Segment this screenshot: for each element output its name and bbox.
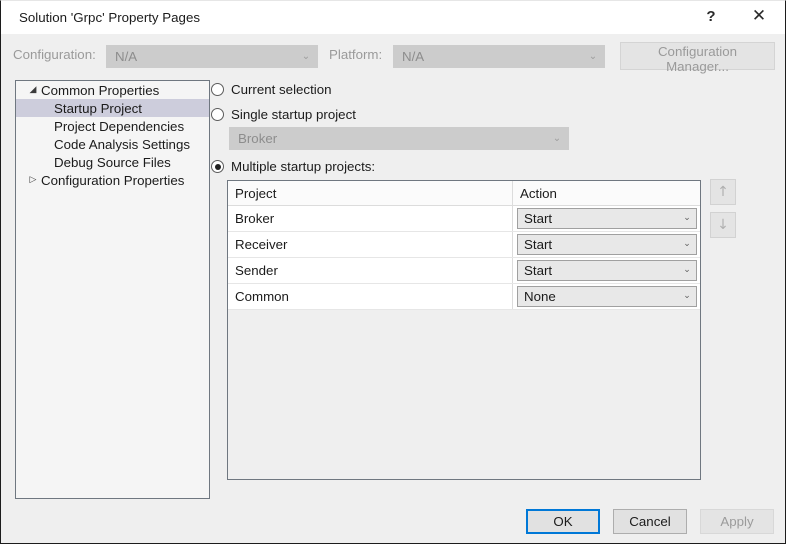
tree-item[interactable]: ▷ Configuration Properties xyxy=(16,171,209,189)
radio-current-selection-label: Current selection xyxy=(231,82,332,97)
arrow-up-icon: ↑ xyxy=(717,184,729,200)
chevron-down-icon: ⌄ xyxy=(552,132,562,144)
tree-item-label: Code Analysis Settings xyxy=(54,136,191,152)
chevron-down-icon: ⌄ xyxy=(683,291,691,301)
cancel-button[interactable]: Cancel xyxy=(613,509,687,534)
move-up-button[interactable]: ↑ xyxy=(710,179,736,205)
tree-item[interactable]: Debug Source Files xyxy=(16,153,209,171)
tree-item-label: Debug Source Files xyxy=(54,154,171,170)
table-row[interactable]: Broker Start ⌄ xyxy=(228,206,700,232)
platform-label: Platform: xyxy=(329,47,383,62)
chevron-down-icon: ⌄ xyxy=(683,265,691,275)
configuration-combobox[interactable]: N/A ⌄ xyxy=(106,45,318,68)
help-icon: ? xyxy=(706,8,716,25)
tree-item[interactable]: ◢ Common Properties xyxy=(16,81,209,99)
table-row[interactable]: Receiver Start ⌄ xyxy=(228,232,700,258)
move-down-button[interactable]: ↓ xyxy=(710,212,736,238)
configuration-label: Configuration: xyxy=(13,47,96,62)
expander-expanded-icon[interactable]: ◢ xyxy=(26,85,40,95)
action-combobox[interactable]: Start ⌄ xyxy=(517,234,697,255)
configuration-manager-button[interactable]: Configuration Manager... xyxy=(620,42,775,74)
action-cell: Start ⌄ xyxy=(513,206,700,231)
single-startup-project-value: Broker xyxy=(238,131,278,146)
project-name-cell: Sender xyxy=(228,258,513,283)
radio-icon xyxy=(211,83,224,96)
arrow-down-icon: ↓ xyxy=(717,217,729,233)
ok-button[interactable]: OK xyxy=(526,509,600,534)
chevron-down-icon: ⌄ xyxy=(683,239,691,249)
tree-item-label: Startup Project xyxy=(54,100,142,116)
title-bar: Solution 'Grpc' Property Pages ? ✕ xyxy=(1,1,785,34)
configuration-value: N/A xyxy=(115,49,138,64)
tree-item-label: Common Properties xyxy=(41,82,160,98)
expander-collapsed-icon[interactable]: ▷ xyxy=(26,175,40,185)
action-cell: Start ⌄ xyxy=(513,232,700,257)
project-name-cell: Broker xyxy=(228,206,513,231)
apply-button[interactable]: Apply xyxy=(700,509,774,534)
close-button[interactable]: ✕ xyxy=(737,1,781,32)
radio-multiple-startup-label: Multiple startup projects: xyxy=(231,159,376,174)
tree-item[interactable]: Code Analysis Settings xyxy=(16,135,209,153)
action-combobox[interactable]: None ⌄ xyxy=(517,286,697,307)
table-row[interactable]: Common None ⌄ xyxy=(228,284,700,310)
column-header-action: Action xyxy=(520,185,557,201)
tree-item-label: Configuration Properties xyxy=(41,172,185,188)
properties-tree[interactable]: ◢ Common Properties Startup Project Project… xyxy=(15,80,210,499)
action-cell: Start ⌄ xyxy=(513,258,700,283)
radio-current-selection[interactable]: Current selection xyxy=(211,82,332,97)
action-cell: None ⌄ xyxy=(513,284,700,309)
radio-single-startup-project[interactable]: Single startup project xyxy=(211,107,356,122)
help-button[interactable]: ? xyxy=(689,1,733,32)
project-name-cell: Common xyxy=(228,284,513,309)
close-icon: ✕ xyxy=(751,6,767,26)
action-combobox[interactable]: Start ⌄ xyxy=(517,208,697,229)
radio-icon xyxy=(211,108,224,121)
property-pages-dialog: Solution 'Grpc' Property Pages ? ✕ Confi… xyxy=(0,0,786,544)
chevron-down-icon: ⌄ xyxy=(683,213,691,223)
platform-value: N/A xyxy=(402,49,425,64)
chevron-down-icon: ⌄ xyxy=(588,50,598,62)
action-combobox[interactable]: Start ⌄ xyxy=(517,260,697,281)
tree-item[interactable]: Startup Project xyxy=(16,99,209,117)
radio-single-startup-label: Single startup project xyxy=(231,107,356,122)
action-value: None xyxy=(524,289,556,304)
platform-combobox[interactable]: N/A ⌄ xyxy=(393,45,605,68)
tree-item[interactable]: Project Dependencies xyxy=(16,117,209,135)
tree-item-label: Project Dependencies xyxy=(54,118,185,134)
action-value: Start xyxy=(524,211,553,226)
grid-header-row: Project Action xyxy=(228,181,700,206)
project-name-cell: Receiver xyxy=(228,232,513,257)
radio-multiple-startup-projects[interactable]: Multiple startup projects: xyxy=(211,159,375,174)
single-startup-project-combobox[interactable]: Broker ⌄ xyxy=(229,127,569,150)
column-header-project: Project xyxy=(228,181,513,205)
window-title: Solution 'Grpc' Property Pages xyxy=(19,10,200,25)
action-value: Start xyxy=(524,263,553,278)
action-value: Start xyxy=(524,237,553,252)
table-row[interactable]: Sender Start ⌄ xyxy=(228,258,700,284)
radio-icon xyxy=(211,160,224,173)
chevron-down-icon: ⌄ xyxy=(301,50,311,62)
startup-projects-grid: Project Action Broker Start ⌄ Receiver Start… xyxy=(227,180,701,480)
